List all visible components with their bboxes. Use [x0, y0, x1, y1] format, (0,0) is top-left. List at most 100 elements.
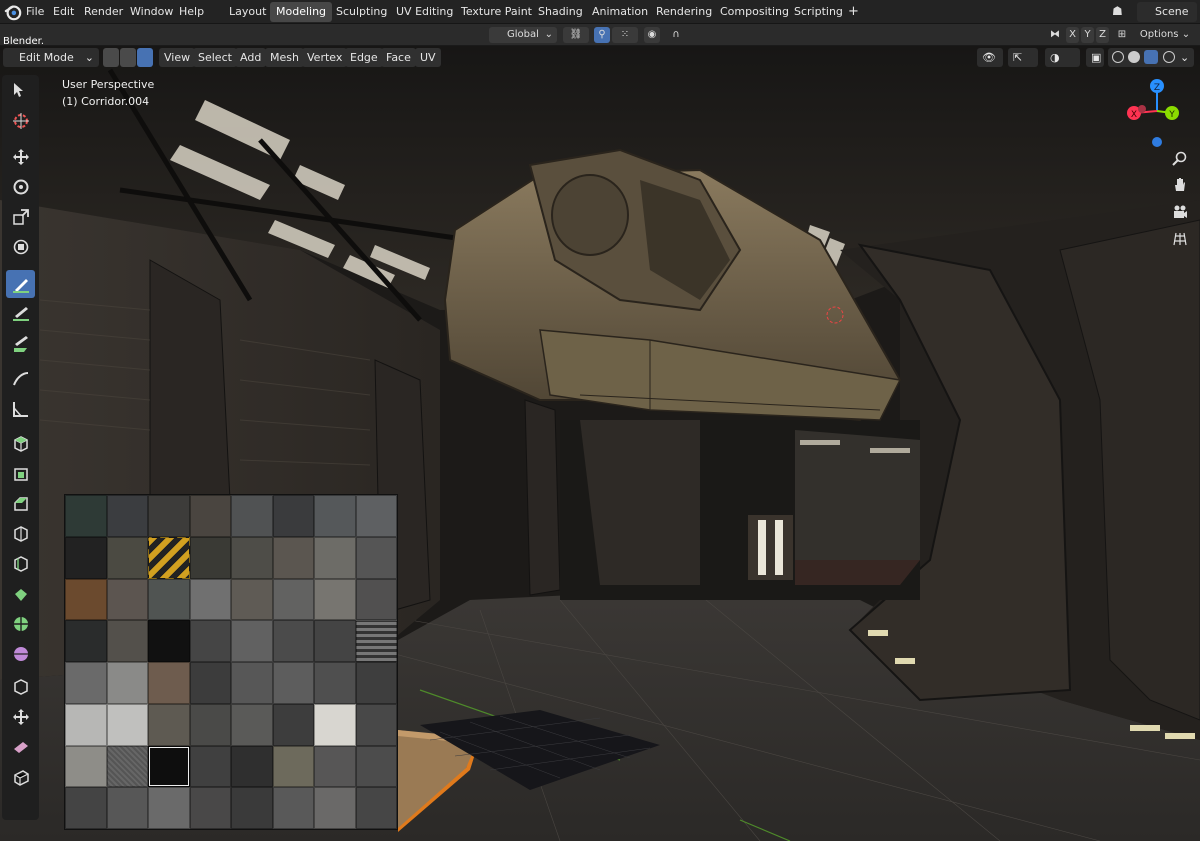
chevron-down-icon: ⌄ [544, 29, 553, 40]
add-workspace-button[interactable]: + [842, 2, 865, 22]
inset-icon[interactable] [6, 490, 35, 518]
tool-shelf [2, 75, 39, 820]
options-dropdown[interactable]: Options ⌄ [1136, 27, 1194, 43]
annotate-line-icon[interactable] [6, 300, 35, 328]
zoom-icon[interactable] [1168, 147, 1192, 171]
snap-toggle-icon[interactable]: ⚲ [594, 27, 610, 43]
active-object-label: (1) Corridor.004 [62, 95, 150, 108]
grid-icon[interactable] [1168, 227, 1192, 251]
tab-layout[interactable]: Layout [223, 2, 272, 22]
scene-label: Scene [1155, 5, 1189, 18]
viewport-header: Edit Mode ⌄ View Select Add Mesh Vertex … [0, 46, 1200, 69]
menu-edit[interactable]: Edit [47, 2, 80, 22]
chevron-down-icon: ⌄ [84, 51, 94, 64]
measure-icon[interactable] [6, 365, 35, 393]
shear-icon[interactable] [6, 733, 35, 761]
scene-icon[interactable]: ☗ [1112, 4, 1132, 20]
extrude-icon[interactable] [6, 460, 35, 488]
gizmo-neg-x-axis[interactable] [1138, 105, 1146, 113]
shading-modes: ⌄ [1108, 48, 1194, 67]
material-shading-icon[interactable] [1144, 50, 1158, 64]
rotate-icon[interactable] [6, 173, 35, 201]
options-label: Options [1139, 29, 1179, 40]
axis-z-toggle[interactable]: Z [1096, 27, 1109, 43]
tab-texture-paint[interactable]: Texture Paint [455, 2, 538, 22]
mode-label: Edit Mode [19, 51, 74, 64]
rip-icon[interactable] [6, 763, 35, 791]
tab-sculpting[interactable]: Sculpting [330, 2, 393, 22]
rendered-shading-icon[interactable] [1163, 51, 1175, 63]
menu-view[interactable]: View [159, 48, 196, 67]
cursor-icon[interactable] [6, 107, 35, 135]
menu-face[interactable]: Face [381, 48, 416, 67]
menu-add[interactable]: Add [235, 48, 267, 67]
texture-atlas-image [64, 494, 398, 830]
gizmo-z-label: Z [1154, 83, 1160, 93]
navigation-gizmo[interactable]: Z X Y [1122, 76, 1192, 156]
scene-selector[interactable]: Scene [1137, 2, 1197, 22]
topology-icon[interactable]: ⊞ [1114, 27, 1130, 43]
spin-icon[interactable] [6, 640, 35, 668]
menu-render[interactable]: Render [78, 2, 129, 22]
vertex-select-icon[interactable] [103, 48, 119, 67]
visibility-icon[interactable]: 👁 [977, 48, 1003, 67]
menu-select[interactable]: Select [193, 48, 237, 67]
menu-mesh[interactable]: Mesh [265, 48, 304, 67]
mode-select[interactable]: Edit Mode ⌄ [3, 48, 99, 67]
edge-slide-icon[interactable] [6, 703, 35, 731]
proportional-edit-icon[interactable]: ◉ [644, 27, 660, 43]
tab-compositing[interactable]: Compositing [714, 2, 795, 22]
viewport-info: User Perspective (1) Corridor.004 [62, 76, 154, 110]
scale-icon[interactable] [6, 203, 35, 231]
tab-shading[interactable]: Shading [532, 2, 589, 22]
solid-shading-icon[interactable] [1128, 51, 1140, 63]
menu-uv[interactable]: UV [415, 48, 441, 67]
gizmo-toggle-icon[interactable]: ⇱ [1008, 48, 1038, 67]
falloff-icon[interactable]: ∩ [664, 27, 688, 43]
pivot-point-icon[interactable]: ⛓ [563, 27, 589, 43]
gizmo-neg-z-axis[interactable] [1152, 137, 1162, 147]
axis-x-toggle[interactable]: X [1066, 27, 1079, 43]
smooth-icon[interactable] [6, 673, 35, 701]
edge-select-icon[interactable] [120, 48, 136, 67]
knife-icon[interactable] [6, 580, 35, 608]
snap-target-icon[interactable]: ⁙ [612, 27, 638, 43]
tab-uv-editing[interactable]: UV Editing [390, 2, 459, 22]
tab-animation[interactable]: Animation [586, 2, 654, 22]
poly-build-icon[interactable] [6, 610, 35, 638]
face-select-icon[interactable] [137, 48, 153, 67]
top-bar: File Edit Render Window Help Layout Mode… [0, 0, 1200, 24]
menu-vertex[interactable]: Vertex [302, 48, 348, 67]
move-icon[interactable] [6, 143, 35, 171]
transform-orientation-select[interactable]: Global ⌄ [489, 27, 557, 43]
menu-edge[interactable]: Edge [345, 48, 383, 67]
annotate-icon[interactable] [6, 270, 35, 298]
axis-y-toggle[interactable]: Y [1081, 27, 1094, 43]
bevel-icon[interactable] [6, 520, 35, 548]
xray-icon[interactable]: ▣ [1086, 48, 1104, 67]
orientation-label: Global [507, 29, 539, 40]
mirror-icon[interactable]: ⧓ [1047, 27, 1063, 43]
menu-file[interactable]: File [20, 2, 50, 22]
menu-help[interactable]: Help [173, 2, 210, 22]
loop-cut-icon[interactable] [6, 550, 35, 578]
annotate-polygon-icon[interactable] [6, 330, 35, 358]
gizmo-y-label: Y [1168, 110, 1175, 120]
chevron-down-icon[interactable]: ⌄ [1180, 48, 1189, 67]
ruler-icon[interactable] [6, 395, 35, 423]
tab-scripting[interactable]: Scripting [788, 2, 849, 22]
camera-icon[interactable] [1168, 200, 1192, 224]
tab-modeling[interactable]: Modeling [270, 2, 333, 22]
status-text: Blender. [3, 36, 45, 47]
tab-rendering[interactable]: Rendering [650, 2, 718, 22]
perspective-label: User Perspective [62, 78, 155, 91]
transform-icon[interactable] [6, 233, 35, 261]
gizmo-x-label: X [1131, 110, 1137, 120]
3d-viewport[interactable]: User Perspective (1) Corridor.004 Z X Y [0, 46, 1200, 841]
overlays-icon[interactable]: ◑ [1045, 48, 1080, 67]
wireframe-shading-icon[interactable] [1112, 51, 1124, 63]
add-cube-icon[interactable] [6, 430, 35, 458]
menu-window[interactable]: Window [124, 2, 179, 22]
pan-hand-icon[interactable] [1168, 173, 1192, 197]
select-box-icon[interactable] [6, 77, 35, 105]
